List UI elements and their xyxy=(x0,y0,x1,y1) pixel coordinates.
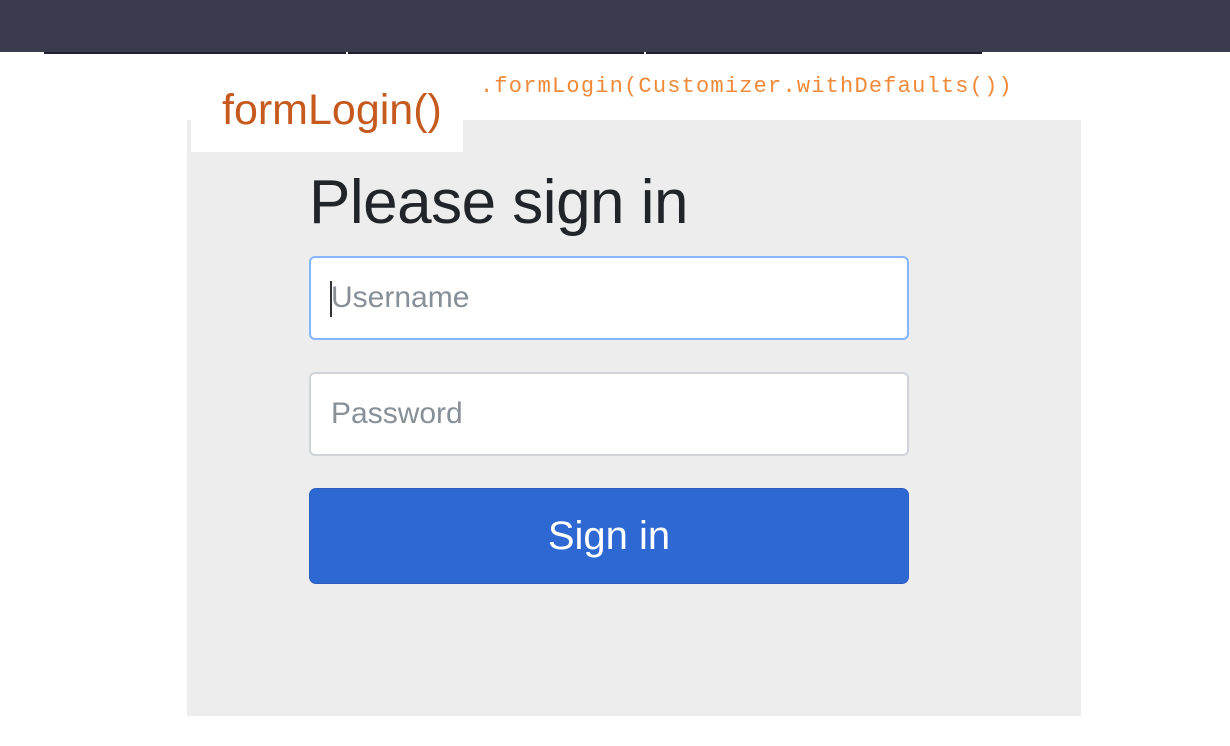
username-input[interactable] xyxy=(309,256,909,340)
method-label-text: formLogin() xyxy=(222,86,442,134)
top-bar-tab-underline xyxy=(646,52,982,54)
top-bar xyxy=(0,0,1230,52)
password-input[interactable] xyxy=(309,372,909,456)
method-label: formLogin() xyxy=(191,76,463,152)
text-caret xyxy=(330,281,332,317)
sign-in-button[interactable]: Sign in xyxy=(309,488,909,584)
page-title: Please sign in xyxy=(309,168,689,237)
code-snippet: .formLogin(Customizer.withDefaults()) xyxy=(480,74,1013,99)
top-bar-tab-underline xyxy=(44,52,346,54)
top-bar-tab-underline xyxy=(348,52,644,54)
